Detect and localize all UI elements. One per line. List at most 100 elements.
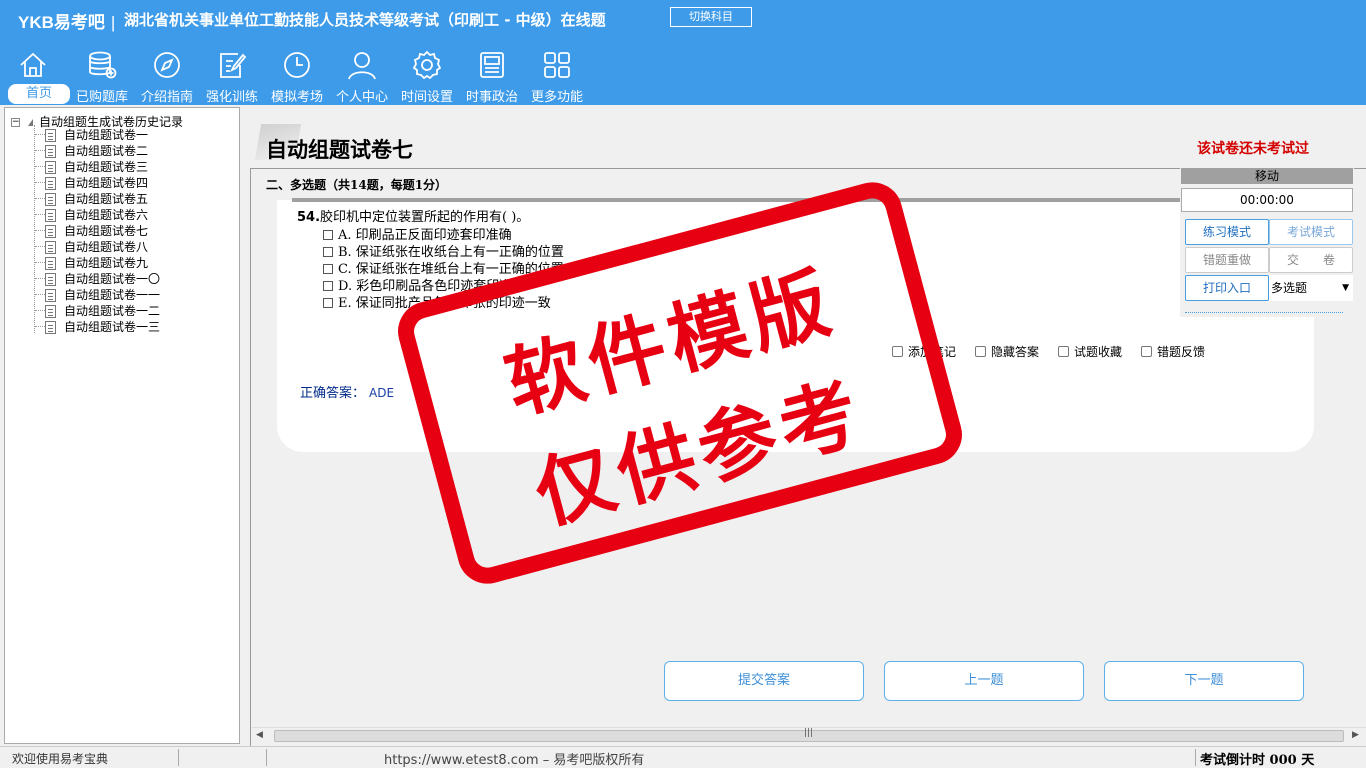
scroll-left-icon[interactable]: ◀ (256, 730, 263, 740)
nav-guide[interactable]: 介绍指南 (136, 46, 198, 105)
nav-label: 个人中心 (335, 90, 388, 105)
nav-label: 时间设置 (400, 90, 453, 105)
document-icon (45, 129, 56, 142)
tree-item[interactable]: 自动组题试卷一一 (45, 287, 160, 303)
document-icon (45, 193, 56, 206)
next-question-button[interactable]: 下一题 (1104, 661, 1304, 701)
timer-divider (1185, 312, 1343, 313)
redo-wrong-button[interactable]: 错题重做 (1185, 247, 1269, 273)
nav-politics[interactable]: 时事政治 (461, 46, 523, 105)
tree-item[interactable]: 自动组题试卷五 (45, 191, 148, 207)
paper-history-tree: − 自动组题生成试卷历史记录 自动组题试卷一 自动组题试卷二 自动组题试卷三 自动… (4, 107, 240, 744)
database-icon (89, 51, 117, 79)
move-handle[interactable]: 移动 (1181, 168, 1353, 184)
main-nav: 首页 已购题库 介绍指南 强化训练 模拟考场 个人中心 时间设置 时事政治 更多… (0, 46, 620, 105)
checkbox[interactable] (323, 247, 333, 257)
collapse-icon[interactable]: − (11, 118, 20, 127)
exam-mode-button[interactable]: 考试模式 (1269, 219, 1353, 245)
copyright-url: https://www.etest8.com – 易考吧版权所有 (384, 753, 645, 768)
hand-in-button[interactable]: 交 卷 (1269, 247, 1353, 273)
checkbox[interactable] (323, 264, 333, 274)
tree-item[interactable]: 自动组题试卷二 (45, 143, 148, 159)
feedback-icon (1141, 346, 1152, 357)
compass-icon (154, 52, 180, 78)
eye-icon (975, 346, 986, 357)
nav-training[interactable]: 强化训练 (201, 46, 263, 105)
hide-answer-button[interactable]: 隐藏答案 (975, 343, 1039, 360)
document-icon (45, 257, 56, 270)
tree-item-selected[interactable]: 自动组题试卷七 (45, 223, 148, 239)
nav-label: 强化训练 (205, 90, 258, 105)
dropdown-arrow-icon: ▼ (1342, 283, 1349, 293)
section-heading: 二、多选题（共14题，每题1分） (266, 178, 448, 192)
submit-answer-button[interactable]: 提交答案 (664, 661, 864, 701)
switch-subject-button[interactable]: 切换科目 (670, 7, 752, 27)
elapsed-time: 00:00:00 (1181, 188, 1353, 212)
document-icon (45, 177, 56, 190)
nav-time-settings[interactable]: 时间设置 (396, 46, 458, 105)
document-icon (45, 305, 56, 318)
document-icon (45, 161, 56, 174)
app-header: YKB易考吧 | 湖北省机关事业单位工勤技能人员技术等级考试（印刷工 - 中级）在… (0, 0, 1366, 105)
document-search-icon (45, 225, 56, 238)
welcome-text: 欢迎使用易考宝典 (12, 752, 109, 766)
horizontal-scrollbar[interactable]: ◀ ||| ▶ (252, 727, 1366, 744)
document-icon (45, 209, 56, 222)
question-text: 54.胶印机中定位装置所起的作用有( )。 (297, 210, 530, 225)
tree-item[interactable]: 自动组题试卷一 (45, 127, 148, 143)
tree-item[interactable]: 自动组题试卷八 (45, 239, 148, 255)
clock-icon (284, 52, 310, 78)
nav-label: 时事政治 (465, 90, 518, 105)
nav-label: 首页 (8, 84, 70, 104)
tree-item[interactable]: 自动组题试卷三 (45, 159, 148, 175)
edit-icon (220, 53, 247, 78)
status-bar: 欢迎使用易考宝典 https://www.etest8.com – 易考吧版权所… (0, 746, 1366, 768)
checkbox[interactable] (323, 281, 333, 291)
tree-item[interactable]: 自动组题试卷一三 (45, 319, 160, 335)
nav-label: 模拟考场 (270, 90, 323, 105)
document-icon (45, 145, 56, 158)
home-icon (20, 52, 46, 77)
nav-personal[interactable]: 个人中心 (331, 46, 393, 105)
scroll-right-icon[interactable]: ▶ (1352, 730, 1359, 740)
document-icon (45, 273, 56, 286)
exam-countdown: 考试倒计时 000 天 (1200, 753, 1315, 768)
exam-status: 该试卷还未考试过 (1197, 141, 1309, 157)
gear-icon (412, 50, 442, 80)
question-card-bar (292, 198, 1180, 202)
print-button[interactable]: 打印入口 (1185, 275, 1269, 301)
tree-item[interactable]: 自动组题试卷六 (45, 207, 148, 223)
nav-more[interactable]: 更多功能 (526, 46, 588, 105)
document-icon (45, 321, 56, 334)
grip-icon: ||| (804, 728, 814, 738)
heart-icon (1058, 346, 1069, 357)
tree-item[interactable]: 自动组题试卷九 (45, 255, 148, 271)
folder-icon (28, 119, 33, 126)
nav-mock-exam[interactable]: 模拟考场 (266, 46, 328, 105)
tree-item[interactable]: 自动组题试卷一〇 (45, 271, 160, 287)
nav-label: 更多功能 (530, 90, 583, 105)
tree-connector (34, 125, 35, 333)
tree-item[interactable]: 自动组题试卷一二 (45, 303, 160, 319)
question-type-select[interactable]: 多选题 ▼ (1269, 275, 1353, 301)
correct-answer: 正确答案： ADE (300, 386, 395, 401)
document-icon (45, 289, 56, 302)
practice-mode-button[interactable]: 练习模式 (1185, 219, 1269, 245)
favorite-button[interactable]: 试题收藏 (1058, 343, 1122, 360)
logo: YKB易考吧 | (18, 13, 116, 32)
checkbox[interactable] (323, 298, 333, 308)
grid-icon (544, 52, 570, 78)
user-icon (348, 52, 376, 80)
nav-purchased[interactable]: 已购题库 (71, 46, 133, 105)
document-icon (45, 241, 56, 254)
nav-home[interactable]: 首页 (2, 46, 70, 104)
tree-item[interactable]: 自动组题试卷四 (45, 175, 148, 191)
feedback-button[interactable]: 错题反馈 (1141, 343, 1205, 360)
news-icon (480, 52, 504, 78)
prev-question-button[interactable]: 上一题 (884, 661, 1084, 701)
paper-title: 自动组题试卷七 (266, 138, 413, 162)
nav-label: 已购题库 (75, 90, 128, 105)
app-title: 湖北省机关事业单位工勤技能人员技术等级考试（印刷工 - 中级）在线题 (124, 11, 606, 29)
nav-label: 介绍指南 (140, 90, 193, 105)
checkbox[interactable] (323, 230, 333, 240)
